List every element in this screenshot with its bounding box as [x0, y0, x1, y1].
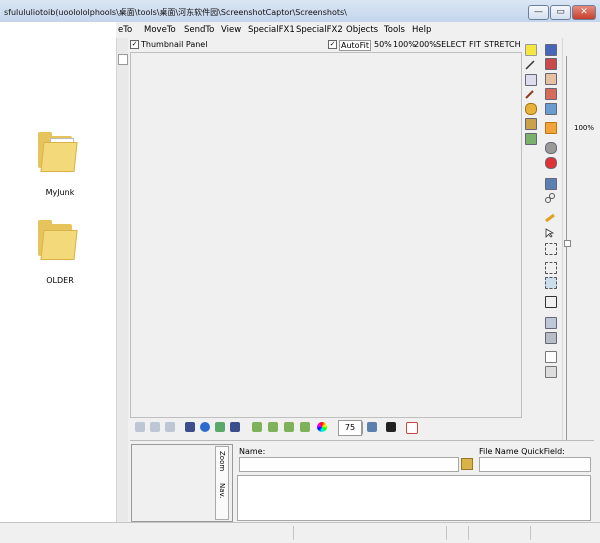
- flip-icon[interactable]: [165, 422, 175, 432]
- left-scrollbar[interactable]: [116, 22, 128, 522]
- shadow-icon[interactable]: [545, 332, 557, 344]
- comments-textarea[interactable]: [237, 475, 591, 521]
- thumb-2-icon[interactable]: [268, 422, 278, 432]
- highlight-icon[interactable]: [545, 213, 555, 223]
- doc-red-icon[interactable]: [406, 422, 418, 434]
- thumb-1-icon[interactable]: [252, 422, 262, 432]
- shapes-icon[interactable]: [525, 103, 537, 115]
- menu-bar: eTo MoveTo SendTo View SpecialFX1 Specia…: [116, 22, 600, 38]
- menu-tools[interactable]: Tools: [384, 25, 405, 35]
- maximize-button[interactable]: ▭: [550, 5, 571, 20]
- cursor-tool-icon[interactable]: [386, 422, 396, 432]
- print-icon[interactable]: [545, 142, 557, 154]
- zoom-input[interactable]: 75: [338, 420, 362, 436]
- status-segment: [468, 526, 469, 540]
- folder-label[interactable]: MyJunk: [30, 188, 90, 197]
- autofit-label[interactable]: AutoFit: [339, 40, 371, 51]
- minimize-button[interactable]: —: [528, 5, 549, 20]
- link-icon[interactable]: [545, 193, 555, 203]
- landscape-icon[interactable]: [215, 422, 225, 432]
- copy-icon[interactable]: [545, 103, 557, 115]
- cursor-icon[interactable]: [545, 228, 555, 238]
- quickfield-input[interactable]: [479, 457, 591, 472]
- select-all-icon[interactable]: [545, 277, 557, 289]
- zoom-slider-thumb[interactable]: [564, 240, 571, 247]
- menu-view[interactable]: View: [221, 25, 241, 35]
- record-icon[interactable]: [545, 157, 557, 169]
- quickfield-label: File Name QuickField:: [479, 447, 565, 456]
- folder-label[interactable]: OLDER: [30, 276, 90, 285]
- status-bar: [0, 522, 600, 543]
- doc-icon[interactable]: [545, 88, 557, 100]
- contrast-icon[interactable]: [230, 422, 240, 432]
- status-segment: [293, 526, 294, 540]
- name-input[interactable]: [239, 457, 459, 472]
- monitor-icon[interactable]: [545, 178, 557, 190]
- menu-objects[interactable]: Objects: [346, 25, 378, 35]
- color-wheel-icon[interactable]: [317, 422, 327, 432]
- brush-icon[interactable]: [525, 89, 535, 99]
- menu-sendto[interactable]: SendTo: [184, 25, 214, 35]
- border-icon[interactable]: [545, 351, 557, 363]
- zoom-select[interactable]: SELECT: [436, 40, 466, 49]
- menu-specialfx1[interactable]: SpecialFX1: [248, 25, 295, 35]
- color-swatch-icon[interactable]: [525, 44, 537, 56]
- zoom-slider-track[interactable]: [566, 56, 567, 496]
- folder-list-panel: MyJunk OLDER: [0, 22, 117, 522]
- globe-icon[interactable]: [200, 422, 210, 432]
- menu-help[interactable]: Help: [412, 25, 431, 35]
- sharpen-icon[interactable]: [185, 422, 195, 432]
- status-segment: [530, 526, 531, 540]
- close-button[interactable]: ✕: [572, 5, 596, 20]
- edit-icon[interactable]: [545, 73, 557, 85]
- folder-icon[interactable]: [38, 130, 78, 172]
- folder-icon[interactable]: [38, 218, 78, 260]
- zoom-200[interactable]: 200%: [414, 40, 437, 49]
- menu-specialfx2[interactable]: SpecialFX2: [296, 25, 343, 35]
- select-icon[interactable]: [545, 262, 557, 274]
- menu-copyto[interactable]: eTo: [118, 25, 132, 35]
- frame-icon[interactable]: [545, 317, 557, 329]
- side-tab-strip: Zoom Nav.: [215, 446, 229, 520]
- zoom-50[interactable]: 50%: [374, 40, 392, 49]
- zoom-apply-icon[interactable]: [367, 422, 377, 432]
- menu-moveto[interactable]: MoveTo: [144, 25, 176, 35]
- resize-icon[interactable]: [545, 296, 557, 308]
- tab-zoom[interactable]: Zoom: [218, 451, 226, 471]
- zoom-stretch[interactable]: STRETCH: [484, 40, 521, 49]
- bottom-toolbar: [130, 418, 540, 438]
- zoom-level-label: 100%: [574, 124, 595, 132]
- scroll-thumb[interactable]: [118, 54, 128, 65]
- erase-icon[interactable]: [545, 58, 557, 70]
- zoom-100[interactable]: 100%: [393, 40, 416, 49]
- save-icon[interactable]: [545, 44, 557, 56]
- rotate-right-icon[interactable]: [150, 422, 160, 432]
- thumbnail-checkbox[interactable]: ✓: [130, 40, 139, 49]
- title-bar: sfulululiotoib(uoolololphools\桌面\tools\桌…: [0, 0, 600, 23]
- thumb-3-icon[interactable]: [284, 422, 294, 432]
- tile-icon[interactable]: [525, 133, 537, 145]
- image-icon[interactable]: [525, 74, 537, 86]
- folder-action-icon[interactable]: [545, 122, 557, 134]
- view-toolbar: ✓ Thumbnail Panel ✓ AutoFit 50% 100% 200…: [128, 39, 540, 51]
- tab-nav[interactable]: Nav.: [218, 483, 226, 498]
- rotate-left-icon[interactable]: [135, 422, 145, 432]
- thumbnail-panel-label: Thumbnail Panel: [141, 40, 208, 49]
- crop-icon[interactable]: [545, 243, 557, 255]
- name-label: Name:: [239, 447, 266, 456]
- thumb-4-icon[interactable]: [300, 422, 310, 432]
- layer-icon[interactable]: [545, 366, 557, 378]
- image-canvas[interactable]: [130, 52, 522, 418]
- zoom-fit[interactable]: FIT: [469, 40, 481, 49]
- autofit-checkbox[interactable]: ✓: [328, 40, 337, 49]
- stamp-icon[interactable]: [525, 118, 537, 130]
- pen-icon[interactable]: [525, 60, 535, 70]
- window-title: sfulululiotoib(uoolololphools\桌面\tools\桌…: [4, 8, 347, 17]
- folder-open-icon[interactable]: [461, 458, 473, 470]
- status-segment: [446, 526, 447, 540]
